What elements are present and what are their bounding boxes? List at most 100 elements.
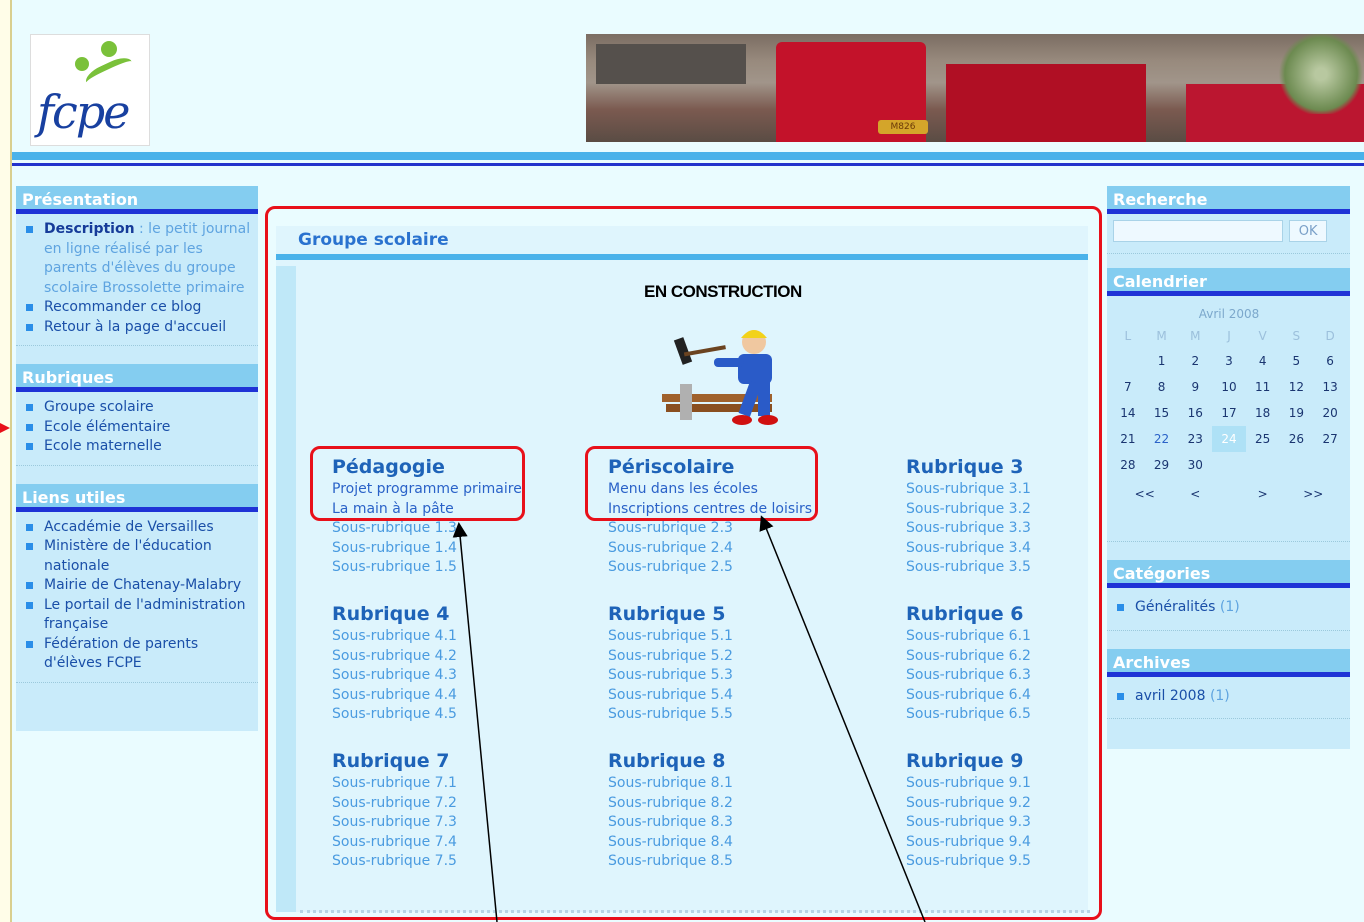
calendar-prev-year[interactable]: <<: [1111, 478, 1178, 510]
calendar-day: 4: [1258, 354, 1267, 368]
calendar-week-row: 1 2 3 4 5 6: [1111, 348, 1347, 374]
calendar-day-header: J: [1227, 329, 1231, 343]
calendar-day: 10: [1221, 380, 1237, 394]
calendar-day-header: M: [1190, 329, 1201, 343]
calendar-day: 6: [1326, 354, 1334, 368]
calendar-day: 11: [1255, 380, 1271, 394]
presentation-list: Description : le petit journal en ligne …: [16, 214, 258, 346]
archive-avril-2008[interactable]: avril 2008 (1): [1113, 687, 1344, 707]
recommend-link[interactable]: Recommander ce blog: [22, 298, 252, 318]
calendar-week-row: 7 8 9 10 11 12 13: [1111, 374, 1347, 400]
calendar-prev-month[interactable]: <: [1178, 478, 1212, 510]
calendar-day: 2: [1191, 354, 1200, 368]
calendar-day: 7: [1124, 380, 1132, 394]
link-academie[interactable]: Accadémie de Versailles: [22, 518, 252, 538]
calendar-day: 30: [1187, 458, 1203, 472]
presentation-heading: Présentation: [16, 186, 258, 214]
header-band: [12, 152, 1364, 160]
left-sidebar: Présentation Description : le petit jour…: [16, 186, 258, 731]
category-label[interactable]: Généralités: [1135, 599, 1215, 615]
rubrique-link-ecole-maternelle[interactable]: Ecole maternelle: [22, 437, 252, 457]
home-link[interactable]: Retour à la page d'accueil: [22, 318, 252, 338]
link-portail[interactable]: Le portail de l'administration française: [22, 596, 252, 635]
calendar-day: 23: [1187, 432, 1203, 446]
header-band-line: [12, 163, 1364, 166]
right-sidebar: Recherche OK Calendrier Avril 2008 L M M J V…: [1107, 186, 1350, 749]
logo-figure-icon: [101, 41, 117, 57]
banner-window: [596, 44, 746, 84]
calendar-heading: Calendrier: [1107, 268, 1350, 296]
calendar-day: 13: [1322, 380, 1338, 394]
calendar-week-row: 21 22 23 24 25 26 27: [1111, 426, 1347, 452]
calendar-day: 20: [1322, 406, 1338, 420]
search-form: OK: [1107, 214, 1350, 254]
archives-heading: Archives: [1107, 648, 1350, 677]
categories-heading: Catégories: [1107, 560, 1350, 588]
annotation-box-main: [265, 206, 1102, 920]
calendar-day: 16: [1187, 406, 1203, 420]
calendar-day-header: M: [1156, 329, 1167, 343]
banner-plate: M826: [878, 120, 928, 134]
categories-list: Généralités (1): [1107, 588, 1350, 631]
calendar-day: [1313, 452, 1347, 478]
calendar-day-header: D: [1325, 329, 1335, 343]
calendar-day[interactable]: 22: [1145, 426, 1179, 452]
archive-count: (1): [1209, 687, 1230, 704]
link-fcpe[interactable]: Fédération de parents d'élèves FCPE: [22, 635, 252, 674]
calendar-day-header: L: [1124, 329, 1132, 343]
search-heading: Recherche: [1107, 186, 1350, 214]
liens-heading: Liens utiles: [16, 483, 258, 512]
calendar-day: 25: [1255, 432, 1271, 446]
calendar-day: 29: [1153, 458, 1170, 472]
calendar-day: 21: [1120, 432, 1136, 446]
category-count: (1): [1219, 599, 1240, 615]
calendar-day-header: S: [1292, 329, 1301, 343]
calendar-day: 3: [1225, 354, 1233, 368]
calendar-week-row: 28 29 30: [1111, 452, 1347, 478]
calendar-day: 1: [1157, 354, 1166, 368]
calendar-day: 9: [1191, 380, 1200, 394]
annotation-box-pedagogie: [310, 446, 525, 521]
logo-figure-icon: [75, 57, 89, 71]
calendar-day: 27: [1322, 432, 1338, 446]
link-ministere[interactable]: Ministère de l'éducation nationale: [22, 537, 252, 576]
logo-text: fcpe: [37, 85, 130, 139]
search-ok-button[interactable]: OK: [1289, 220, 1328, 242]
calendar-day: [1280, 452, 1314, 478]
annotation-box-periscolaire: [585, 446, 818, 521]
description-label[interactable]: Description: [44, 221, 135, 237]
rubrique-link-ecole-elementaire[interactable]: Ecole élémentaire: [22, 418, 252, 438]
calendar-day: 19: [1288, 406, 1304, 420]
archive-label[interactable]: avril 2008: [1135, 688, 1205, 704]
rubrique-link-groupe-scolaire[interactable]: Groupe scolaire: [22, 398, 252, 418]
calendar-table: Avril 2008 LMMJVSD 1 2 3 4 5 6 7 8 9 10 11 12 13 14 15…: [1111, 304, 1347, 510]
calendar-day: 17: [1221, 406, 1237, 420]
header-banner-image: M826: [586, 34, 1364, 142]
calendar-month: Avril 2008: [1198, 307, 1260, 321]
calendar-day: 15: [1153, 406, 1170, 420]
calendar-day: [1111, 348, 1145, 374]
calendar-day: 24: [1212, 426, 1246, 452]
category-generalites[interactable]: Généralités (1): [1113, 598, 1344, 618]
banner-tree: [1276, 34, 1364, 114]
calendar-day: 5: [1292, 354, 1301, 368]
calendar-day: 28: [1120, 458, 1136, 472]
archives-list: avril 2008 (1): [1107, 677, 1350, 719]
rubriques-heading: Rubriques: [16, 364, 258, 392]
fcpe-logo[interactable]: fcpe: [30, 34, 150, 146]
calendar-day: 12: [1288, 380, 1304, 394]
calendar-day: 18: [1255, 406, 1271, 420]
search-input[interactable]: [1113, 220, 1283, 242]
annotation-pointer-left: [0, 423, 10, 433]
calendar-next-month[interactable]: >: [1246, 478, 1280, 510]
calendar-day: 14: [1120, 406, 1136, 420]
calendar-day: [1246, 452, 1280, 478]
link-mairie[interactable]: Mairie de Chatenay-Malabry: [22, 576, 252, 596]
calendar-next-year[interactable]: >>: [1280, 478, 1347, 510]
liens-list: Accadémie de Versailles Ministère de l'é…: [16, 512, 258, 683]
calendar-day: [1212, 452, 1246, 478]
calendar-day: 8: [1157, 380, 1166, 394]
calendar: Avril 2008 LMMJVSD 1 2 3 4 5 6 7 8 9 10 11 12 13 14 15…: [1107, 304, 1350, 542]
banner-train-car: [946, 64, 1146, 142]
calendar-day: 26: [1288, 432, 1304, 446]
